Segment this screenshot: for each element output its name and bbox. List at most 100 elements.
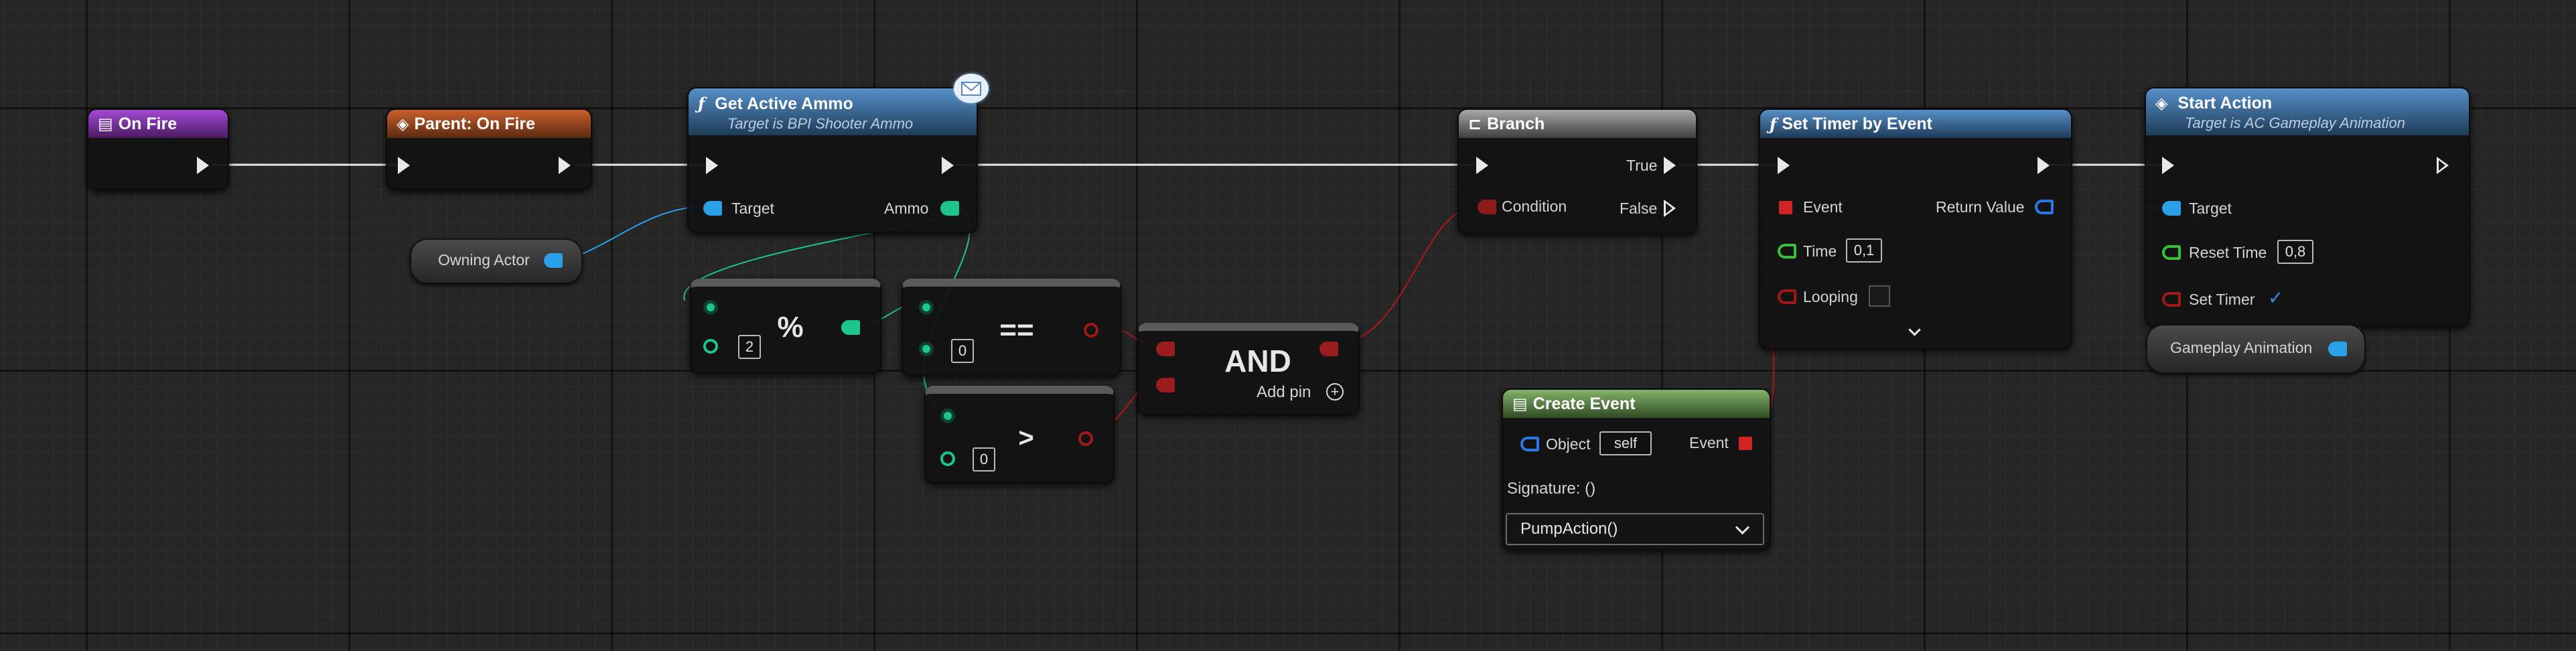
greater-symbol: > xyxy=(1018,423,1034,453)
greater-b-value[interactable]: 0 xyxy=(973,447,995,472)
chevron-down-icon xyxy=(1735,520,1750,535)
object-value[interactable]: self xyxy=(1599,431,1652,455)
exec-out-pin[interactable] xyxy=(942,157,954,174)
exec-in-pin[interactable] xyxy=(398,157,410,174)
equals-out-pin[interactable] xyxy=(1084,323,1098,338)
node-subtitle: Target is AC Gameplay Animation xyxy=(2185,115,2405,131)
event-out-pin[interactable] xyxy=(1739,437,1752,450)
gameplay-animation-getter[interactable]: Gameplay Animation xyxy=(2146,324,2366,374)
node-title: Branch xyxy=(1487,114,1545,133)
exec-out-pin[interactable] xyxy=(2437,157,2449,174)
greater-node[interactable]: 0 > xyxy=(924,386,1115,484)
greater-a-pin[interactable] xyxy=(940,409,955,423)
reset-time-value[interactable]: 0,8 xyxy=(2277,240,2313,264)
set-timer-by-event-node[interactable]: ƒ Set Timer by Event Event Return Value … xyxy=(1759,108,2072,350)
condition-pin[interactable] xyxy=(1478,200,1496,214)
node-header: ƒ Set Timer by Event xyxy=(1760,110,2071,138)
node-title: Get Active Ammo xyxy=(715,94,853,113)
function-call-icon: ◈ xyxy=(2155,94,2168,113)
event-icon: ▤ xyxy=(1512,394,1528,413)
and-symbol: AND xyxy=(1224,344,1291,378)
target-label: Target xyxy=(2189,200,2232,217)
and-a-pin[interactable] xyxy=(1156,342,1175,356)
node-title: Parent: On Fire xyxy=(414,114,536,133)
equals-b-pin[interactable] xyxy=(919,342,934,356)
true-label: True xyxy=(1626,157,1658,174)
modulo-node[interactable]: 2 % xyxy=(690,279,881,374)
return-value-label: Return Value xyxy=(1936,198,2025,216)
get-active-ammo-node[interactable]: ƒ Get Active Ammo Target is BPI Shooter … xyxy=(687,87,978,233)
ammo-pin[interactable] xyxy=(940,201,959,216)
greater-b-pin[interactable] xyxy=(940,451,955,466)
and-node[interactable]: AND Add pin + xyxy=(1137,323,1360,415)
add-pin-icon[interactable]: + xyxy=(1326,383,1344,401)
on-fire-event-node[interactable]: ▤ On Fire xyxy=(87,108,229,190)
exec-in-pin[interactable] xyxy=(706,157,718,174)
node-header: ◈ Parent: On Fire xyxy=(387,110,591,138)
event-in-pin[interactable] xyxy=(1779,201,1792,214)
branch-icon: ⊏ xyxy=(1468,115,1482,133)
false-exec-pin[interactable] xyxy=(1664,200,1676,217)
looping-label: Looping xyxy=(1803,288,1858,305)
and-b-pin[interactable] xyxy=(1156,378,1175,392)
owning-actor-pin[interactable] xyxy=(544,253,563,268)
time-pin[interactable] xyxy=(1778,244,1796,259)
node-header: ▤ On Fire xyxy=(88,110,228,138)
checkmark-icon[interactable]: ✓ xyxy=(2268,287,2283,309)
false-label: False xyxy=(1620,200,1658,217)
branch-node[interactable]: ⊏ Branch True Condition False xyxy=(1457,108,1697,234)
modulo-b-value[interactable]: 2 xyxy=(738,335,761,359)
parent-on-fire-node[interactable]: ◈ Parent: On Fire xyxy=(386,108,592,190)
function-dropdown-value: PumpAction() xyxy=(1520,520,1618,538)
target-label: Target xyxy=(731,200,774,217)
exec-in-pin[interactable] xyxy=(2162,157,2174,174)
looping-checkbox[interactable] xyxy=(1869,285,1890,307)
exec-out-pin[interactable] xyxy=(559,157,571,174)
reset-time-pin[interactable] xyxy=(2162,245,2181,260)
modulo-symbol: % xyxy=(777,311,804,344)
condition-label: Condition xyxy=(1502,198,1567,215)
reset-time-label: Reset Time xyxy=(2189,244,2267,261)
gameplay-animation-label: Gameplay Animation xyxy=(2170,339,2313,356)
function-icon: ƒ xyxy=(698,94,705,113)
greater-out-pin[interactable] xyxy=(1078,431,1093,446)
modulo-a-pin[interactable] xyxy=(703,300,718,315)
message-envelope-icon xyxy=(954,74,989,103)
set-timer-pin[interactable] xyxy=(2162,292,2181,307)
exec-out-pin[interactable] xyxy=(197,157,209,174)
function-dropdown[interactable]: PumpAction() xyxy=(1506,513,1764,545)
target-pin[interactable] xyxy=(2162,201,2181,216)
node-header: ▤ Create Event xyxy=(1503,390,1770,418)
function-icon: ƒ xyxy=(1770,114,1777,134)
start-action-node[interactable]: ◈ Start Action Target is AC Gameplay Ani… xyxy=(2145,87,2470,327)
equals-a-pin[interactable] xyxy=(919,300,934,315)
owning-actor-getter[interactable]: Owning Actor xyxy=(410,238,583,284)
node-title: Set Timer by Event xyxy=(1782,114,1932,133)
modulo-b-pin[interactable] xyxy=(703,339,718,354)
ammo-label: Ammo xyxy=(884,200,929,217)
add-pin-label[interactable]: Add pin xyxy=(1257,383,1311,402)
node-title: Start Action xyxy=(2177,94,2273,113)
time-value[interactable]: 0,1 xyxy=(1846,238,1882,263)
event-label: Event xyxy=(1689,434,1729,451)
expand-chevron-icon[interactable] xyxy=(1908,323,1921,336)
create-event-node[interactable]: ▤ Create Event Object self Event Signatu… xyxy=(1502,388,1771,551)
target-pin[interactable] xyxy=(703,201,722,216)
exec-out-pin[interactable] xyxy=(2037,157,2050,174)
node-subtitle: Target is BPI Shooter Ammo xyxy=(727,115,914,132)
modulo-out-pin[interactable] xyxy=(841,320,860,335)
return-value-pin[interactable] xyxy=(2035,200,2054,214)
equals-b-value[interactable]: 0 xyxy=(951,339,974,363)
gameplay-animation-pin[interactable] xyxy=(2328,342,2347,356)
and-out-pin[interactable] xyxy=(1319,342,1338,356)
exec-in-pin[interactable] xyxy=(1778,157,1790,174)
event-label: Event xyxy=(1803,198,1843,216)
object-pin[interactable] xyxy=(1520,437,1539,451)
equals-symbol: == xyxy=(999,313,1034,346)
exec-in-pin[interactable] xyxy=(1476,157,1488,174)
equals-node[interactable]: 0 == xyxy=(902,279,1121,376)
function-call-icon: ◈ xyxy=(397,115,409,133)
looping-pin[interactable] xyxy=(1778,289,1796,304)
true-exec-pin[interactable] xyxy=(1664,157,1676,174)
signature-label: Signature: () xyxy=(1507,480,1596,498)
